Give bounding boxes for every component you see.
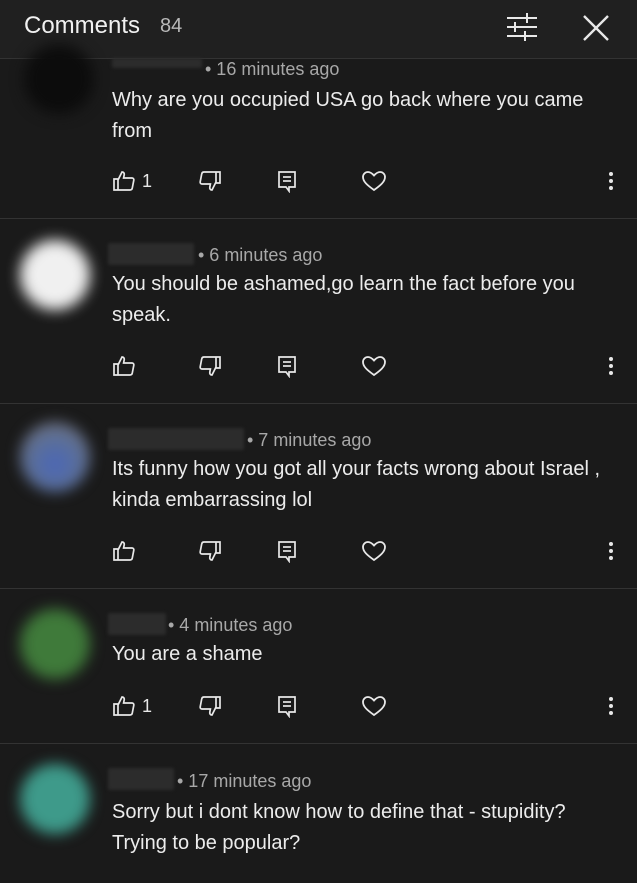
- thumbs-down-icon: [199, 541, 221, 561]
- heart-icon: [362, 541, 386, 562]
- avatar[interactable]: [20, 609, 90, 679]
- reply-icon: [278, 541, 296, 563]
- like-button[interactable]: [112, 534, 142, 568]
- like-button[interactable]: [112, 349, 142, 383]
- heart-button[interactable]: [361, 164, 387, 198]
- comment-text: You should be ashamed,go learn the fact …: [112, 273, 575, 326]
- comment-item: • 17 minutes ago Sorry but i dont know h…: [0, 744, 637, 883]
- avatar[interactable]: [20, 422, 90, 492]
- like-button[interactable]: 1: [112, 164, 152, 198]
- more-button[interactable]: [606, 689, 616, 723]
- reply-icon: [278, 696, 296, 718]
- heart-icon: [362, 171, 386, 192]
- comment-time: • 7 minutes ago: [247, 430, 372, 450]
- comment-actions: [0, 349, 637, 383]
- reply-button[interactable]: [276, 689, 298, 723]
- thumbs-up-icon: [113, 541, 135, 561]
- comment-time: • 16 minutes ago: [205, 59, 340, 79]
- avatar[interactable]: [24, 44, 94, 114]
- comment-time: • 4 minutes ago: [168, 615, 293, 635]
- comment-text: Its funny how you got all your facts wro…: [112, 458, 601, 511]
- thumbs-down-icon: [199, 356, 221, 376]
- comment-text: Sorry but i dont know how to define that…: [112, 801, 566, 854]
- comments-header: Comments 84: [0, 0, 637, 59]
- heart-button[interactable]: [361, 534, 387, 568]
- thumbs-down-icon: [199, 171, 221, 191]
- more-button[interactable]: [606, 534, 616, 568]
- more-vertical-icon: [609, 172, 613, 190]
- comments-title: Comments: [24, 12, 141, 39]
- thumbs-down-icon: [199, 696, 221, 716]
- close-icon[interactable]: [578, 10, 614, 46]
- avatar[interactable]: [20, 764, 90, 834]
- more-button[interactable]: [606, 164, 616, 198]
- like-count: 1: [142, 695, 153, 716]
- comment-time: • 17 minutes ago: [177, 771, 312, 791]
- thumbs-up-icon: [113, 171, 135, 191]
- heart-button[interactable]: [361, 689, 387, 723]
- reply-icon: [278, 171, 296, 193]
- more-vertical-icon: [609, 542, 613, 560]
- comments-count: 84: [160, 15, 183, 37]
- comment-actions: 1: [0, 689, 637, 723]
- more-vertical-icon: [609, 697, 613, 715]
- more-vertical-icon: [609, 357, 613, 375]
- dislike-button[interactable]: [198, 164, 222, 198]
- dislike-button[interactable]: [198, 534, 222, 568]
- comment-text: Why are you occupied USA go back where y…: [112, 89, 584, 142]
- thumbs-up-icon: [113, 356, 135, 376]
- like-button[interactable]: 1: [112, 689, 152, 723]
- comment-text: You are a shame: [112, 643, 263, 665]
- comment-actions: 1: [0, 164, 637, 198]
- reply-icon: [278, 356, 296, 378]
- comment-time: • 6 minutes ago: [198, 245, 323, 265]
- username[interactable]: [112, 58, 202, 68]
- thumbs-up-icon: [113, 696, 135, 716]
- filter-sliders-icon[interactable]: [505, 12, 539, 42]
- reply-button[interactable]: [276, 349, 298, 383]
- heart-icon: [362, 356, 386, 377]
- heart-button[interactable]: [361, 349, 387, 383]
- username[interactable]: [108, 243, 194, 265]
- dislike-button[interactable]: [198, 689, 222, 723]
- reply-button[interactable]: [276, 534, 298, 568]
- username[interactable]: [108, 768, 174, 790]
- username[interactable]: [108, 428, 244, 450]
- comment-actions: [0, 534, 637, 568]
- like-count: 1: [142, 170, 153, 191]
- dislike-button[interactable]: [198, 349, 222, 383]
- avatar[interactable]: [20, 240, 90, 310]
- heart-icon: [362, 696, 386, 717]
- more-button[interactable]: [606, 349, 616, 383]
- username[interactable]: [108, 613, 166, 635]
- reply-button[interactable]: [276, 164, 298, 198]
